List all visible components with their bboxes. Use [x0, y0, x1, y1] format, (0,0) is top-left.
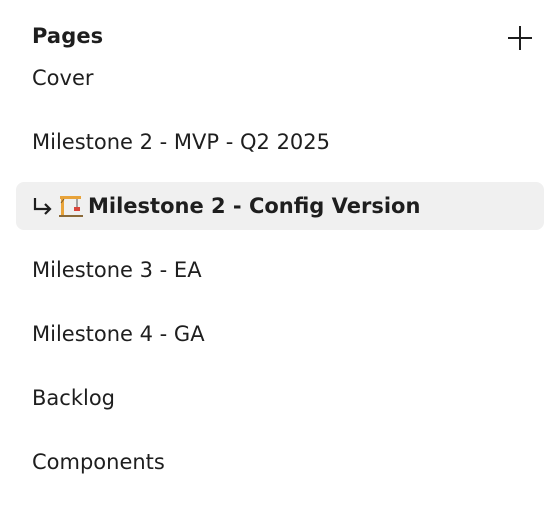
page-item-label: Milestone 2 - Config Version — [88, 194, 421, 218]
page-item-label: Milestone 4 - GA — [32, 322, 205, 346]
page-item-backlog[interactable]: Backlog — [16, 374, 544, 422]
page-item-label: Milestone 3 - EA — [32, 258, 202, 282]
page-item-milestone-2-config[interactable]: Milestone 2 - Config Version — [16, 182, 544, 230]
page-item-label: Components — [32, 450, 165, 474]
page-item-components[interactable]: Components — [16, 438, 544, 486]
pages-title: Pages — [32, 24, 104, 48]
page-item-label: Cover — [32, 66, 94, 90]
plus-icon — [508, 26, 532, 50]
add-page-button[interactable] — [502, 20, 538, 56]
page-item-cover[interactable]: Cover — [16, 54, 544, 102]
page-item-label: Milestone 2 - MVP - Q2 2025 — [32, 130, 331, 154]
page-item-label: Backlog — [32, 386, 115, 410]
page-item-milestone-2-mvp[interactable]: Milestone 2 - MVP - Q2 2025 — [16, 118, 544, 166]
pages-list: Cover Milestone 2 - MVP - Q2 2025 Milest… — [0, 54, 560, 502]
return-arrow-icon — [33, 198, 52, 215]
page-item-milestone-3-ea[interactable]: Milestone 3 - EA — [16, 246, 544, 294]
pages-panel: Pages Cover Milestone 2 - MVP - Q2 2025 — [0, 0, 560, 516]
page-item-milestone-4-ga[interactable]: Milestone 4 - GA — [16, 310, 544, 358]
building-construction-icon — [59, 196, 83, 217]
